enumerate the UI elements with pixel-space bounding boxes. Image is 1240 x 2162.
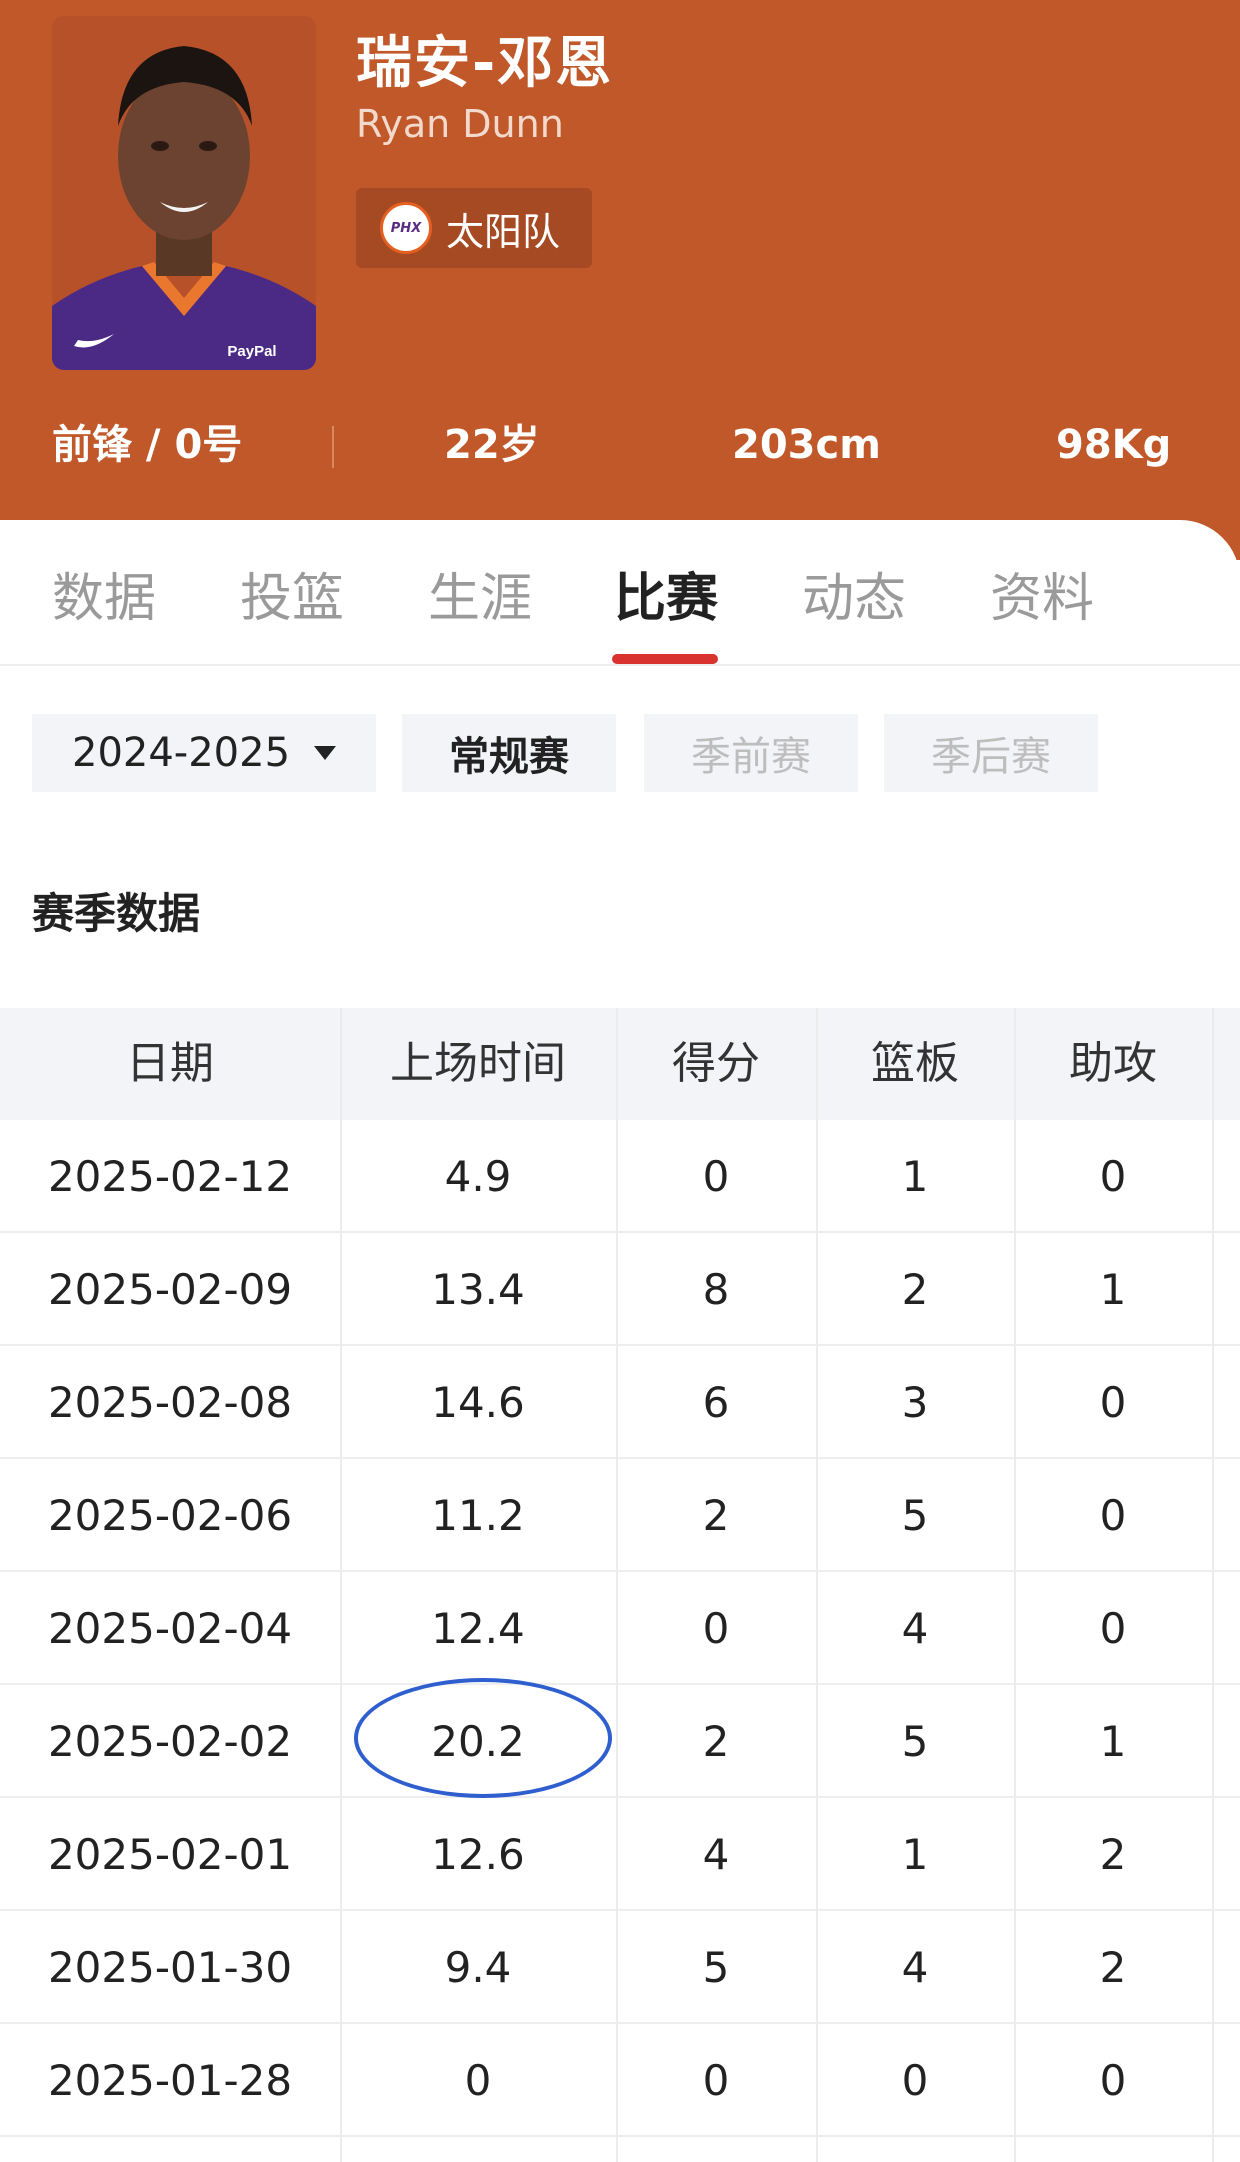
table-row[interactable]: 2025-02-04 12.4 0 4 0 <box>0 1572 1240 1685</box>
active-tab-indicator <box>612 654 718 664</box>
tab-profile[interactable]: 资料 <box>990 556 1094 631</box>
player-portrait-image: PayPal <box>52 16 316 370</box>
header-rebounds: 篮板 <box>871 1038 959 1089</box>
season-select[interactable]: 2024-2025 <box>32 714 376 792</box>
tab-shooting[interactable]: 投篮 <box>240 556 344 631</box>
player-height: 203cm <box>732 422 881 468</box>
cell-points: 0 <box>702 2056 730 2105</box>
cell-minutes: 9.4 <box>444 1943 512 1992</box>
cell-points: 4 <box>702 1830 730 1879</box>
player-name-en: Ryan Dunn <box>356 102 564 146</box>
cell-rebounds: 4 <box>901 1943 929 1992</box>
tab-games[interactable]: 比赛 <box>614 556 718 631</box>
filter-preseason[interactable]: 季前赛 <box>644 714 858 792</box>
player-name-cn: 瑞安-邓恩 <box>356 31 614 96</box>
column-divider <box>1014 1008 1016 2162</box>
column-divider <box>1212 1008 1214 2162</box>
cell-assists: 0 <box>1099 1604 1127 1653</box>
game-log-table: 日期 上场时间 得分 篮板 助攻 2025-02-12 4.9 0 1 0 20… <box>0 1008 1240 2137</box>
cell-rebounds: 5 <box>901 1491 929 1540</box>
cell-minutes: 4.9 <box>444 1152 512 1201</box>
cell-assists: 0 <box>1099 2056 1127 2105</box>
tab-career[interactable]: 生涯 <box>428 556 532 631</box>
cell-assists: 1 <box>1099 1717 1127 1766</box>
cell-rebounds: 1 <box>901 1152 929 1201</box>
cell-date: 2025-01-28 <box>47 2056 293 2105</box>
cell-assists: 0 <box>1099 1378 1127 1427</box>
table-row[interactable]: 2025-02-02 20.2 2 5 1 <box>0 1685 1240 1798</box>
position-number: 前锋 / 0号 <box>52 422 243 468</box>
suns-logo-icon: PHX <box>380 202 432 254</box>
column-divider <box>340 1008 342 2162</box>
cell-assists: 2 <box>1099 1830 1127 1879</box>
cell-points: 5 <box>702 1943 730 1992</box>
cell-minutes: 11.2 <box>431 1491 525 1540</box>
table-row[interactable]: 2025-02-12 4.9 0 1 0 <box>0 1120 1240 1233</box>
info-divider <box>332 426 334 468</box>
table-header: 日期 上场时间 得分 篮板 助攻 <box>0 1008 1240 1120</box>
cell-date: 2025-02-02 <box>47 1717 293 1766</box>
season-value: 2024-2025 <box>72 730 291 776</box>
cell-points: 0 <box>702 1604 730 1653</box>
cell-points: 0 <box>702 1152 730 1201</box>
cell-rebounds: 1 <box>901 1830 929 1879</box>
cell-assists: 0 <box>1099 1152 1127 1201</box>
cell-assists: 2 <box>1099 1943 1127 1992</box>
cell-rebounds: 0 <box>901 2056 929 2105</box>
cell-minutes: 0 <box>464 2056 492 2105</box>
cell-date: 2025-02-12 <box>47 1152 293 1201</box>
cell-date: 2025-02-04 <box>47 1604 293 1653</box>
cell-minutes: 12.4 <box>431 1604 525 1653</box>
cell-minutes: 13.4 <box>431 1265 525 1314</box>
cell-date: 2025-02-01 <box>47 1830 293 1879</box>
cell-minutes: 12.6 <box>431 1830 525 1879</box>
player-age: 22岁 <box>444 422 540 468</box>
team-badge[interactable]: PHX 太阳队 <box>356 188 592 268</box>
highlight-circle-annotation <box>354 1678 612 1798</box>
filter-playoffs[interactable]: 季后赛 <box>884 714 1098 792</box>
cell-rebounds: 4 <box>901 1604 929 1653</box>
table-row[interactable]: 2025-01-28 0 0 0 0 <box>0 2024 1240 2137</box>
header-minutes: 上场时间 <box>390 1038 566 1089</box>
cell-date: 2025-02-06 <box>47 1491 293 1540</box>
header-points: 得分 <box>672 1038 760 1089</box>
cell-points: 8 <box>702 1265 730 1314</box>
cell-date: 2025-01-30 <box>47 1943 293 1992</box>
table-row[interactable]: 2025-02-08 14.6 6 3 0 <box>0 1346 1240 1459</box>
table-row[interactable]: 2025-02-09 13.4 8 2 1 <box>0 1233 1240 1346</box>
cell-assists: 0 <box>1099 1491 1127 1540</box>
cell-minutes: 14.6 <box>431 1378 525 1427</box>
player-photo: PayPal <box>52 16 316 370</box>
cell-points: 2 <box>702 1717 730 1766</box>
table-row[interactable]: 2025-01-30 9.4 5 4 2 <box>0 1911 1240 2024</box>
cell-date: 2025-02-08 <box>47 1378 293 1427</box>
table-row[interactable]: 2025-02-06 11.2 2 5 0 <box>0 1459 1240 1572</box>
cell-points: 6 <box>702 1378 730 1427</box>
cell-rebounds: 2 <box>901 1265 929 1314</box>
caret-down-icon <box>314 746 337 760</box>
filter-regular-season[interactable]: 常规赛 <box>402 714 616 792</box>
column-divider <box>616 1008 618 2162</box>
team-name: 太阳队 <box>446 209 561 254</box>
table-row[interactable]: 2025-02-01 12.6 4 1 2 <box>0 1798 1240 1911</box>
tab-news[interactable]: 动态 <box>802 556 906 631</box>
cell-date: 2025-02-09 <box>47 1265 293 1314</box>
cell-rebounds: 5 <box>901 1717 929 1766</box>
player-info-row: 前锋 / 0号 22岁 203cm 98Kg <box>0 410 1240 480</box>
tab-data[interactable]: 数据 <box>52 556 156 631</box>
player-header: PayPal 瑞安-邓恩 Ryan Dunn PHX 太阳队 前锋 / 0号 2… <box>0 0 1240 560</box>
cell-points: 2 <box>702 1491 730 1540</box>
section-title: 赛季数据 <box>32 889 201 938</box>
player-weight: 98Kg <box>1056 422 1172 468</box>
column-divider <box>816 1008 818 2162</box>
tab-divider <box>0 664 1240 666</box>
cell-rebounds: 3 <box>901 1378 929 1427</box>
svg-text:PayPal: PayPal <box>227 343 276 360</box>
cell-assists: 1 <box>1099 1265 1127 1314</box>
header-assists: 助攻 <box>1069 1038 1157 1089</box>
header-date: 日期 <box>126 1038 214 1089</box>
